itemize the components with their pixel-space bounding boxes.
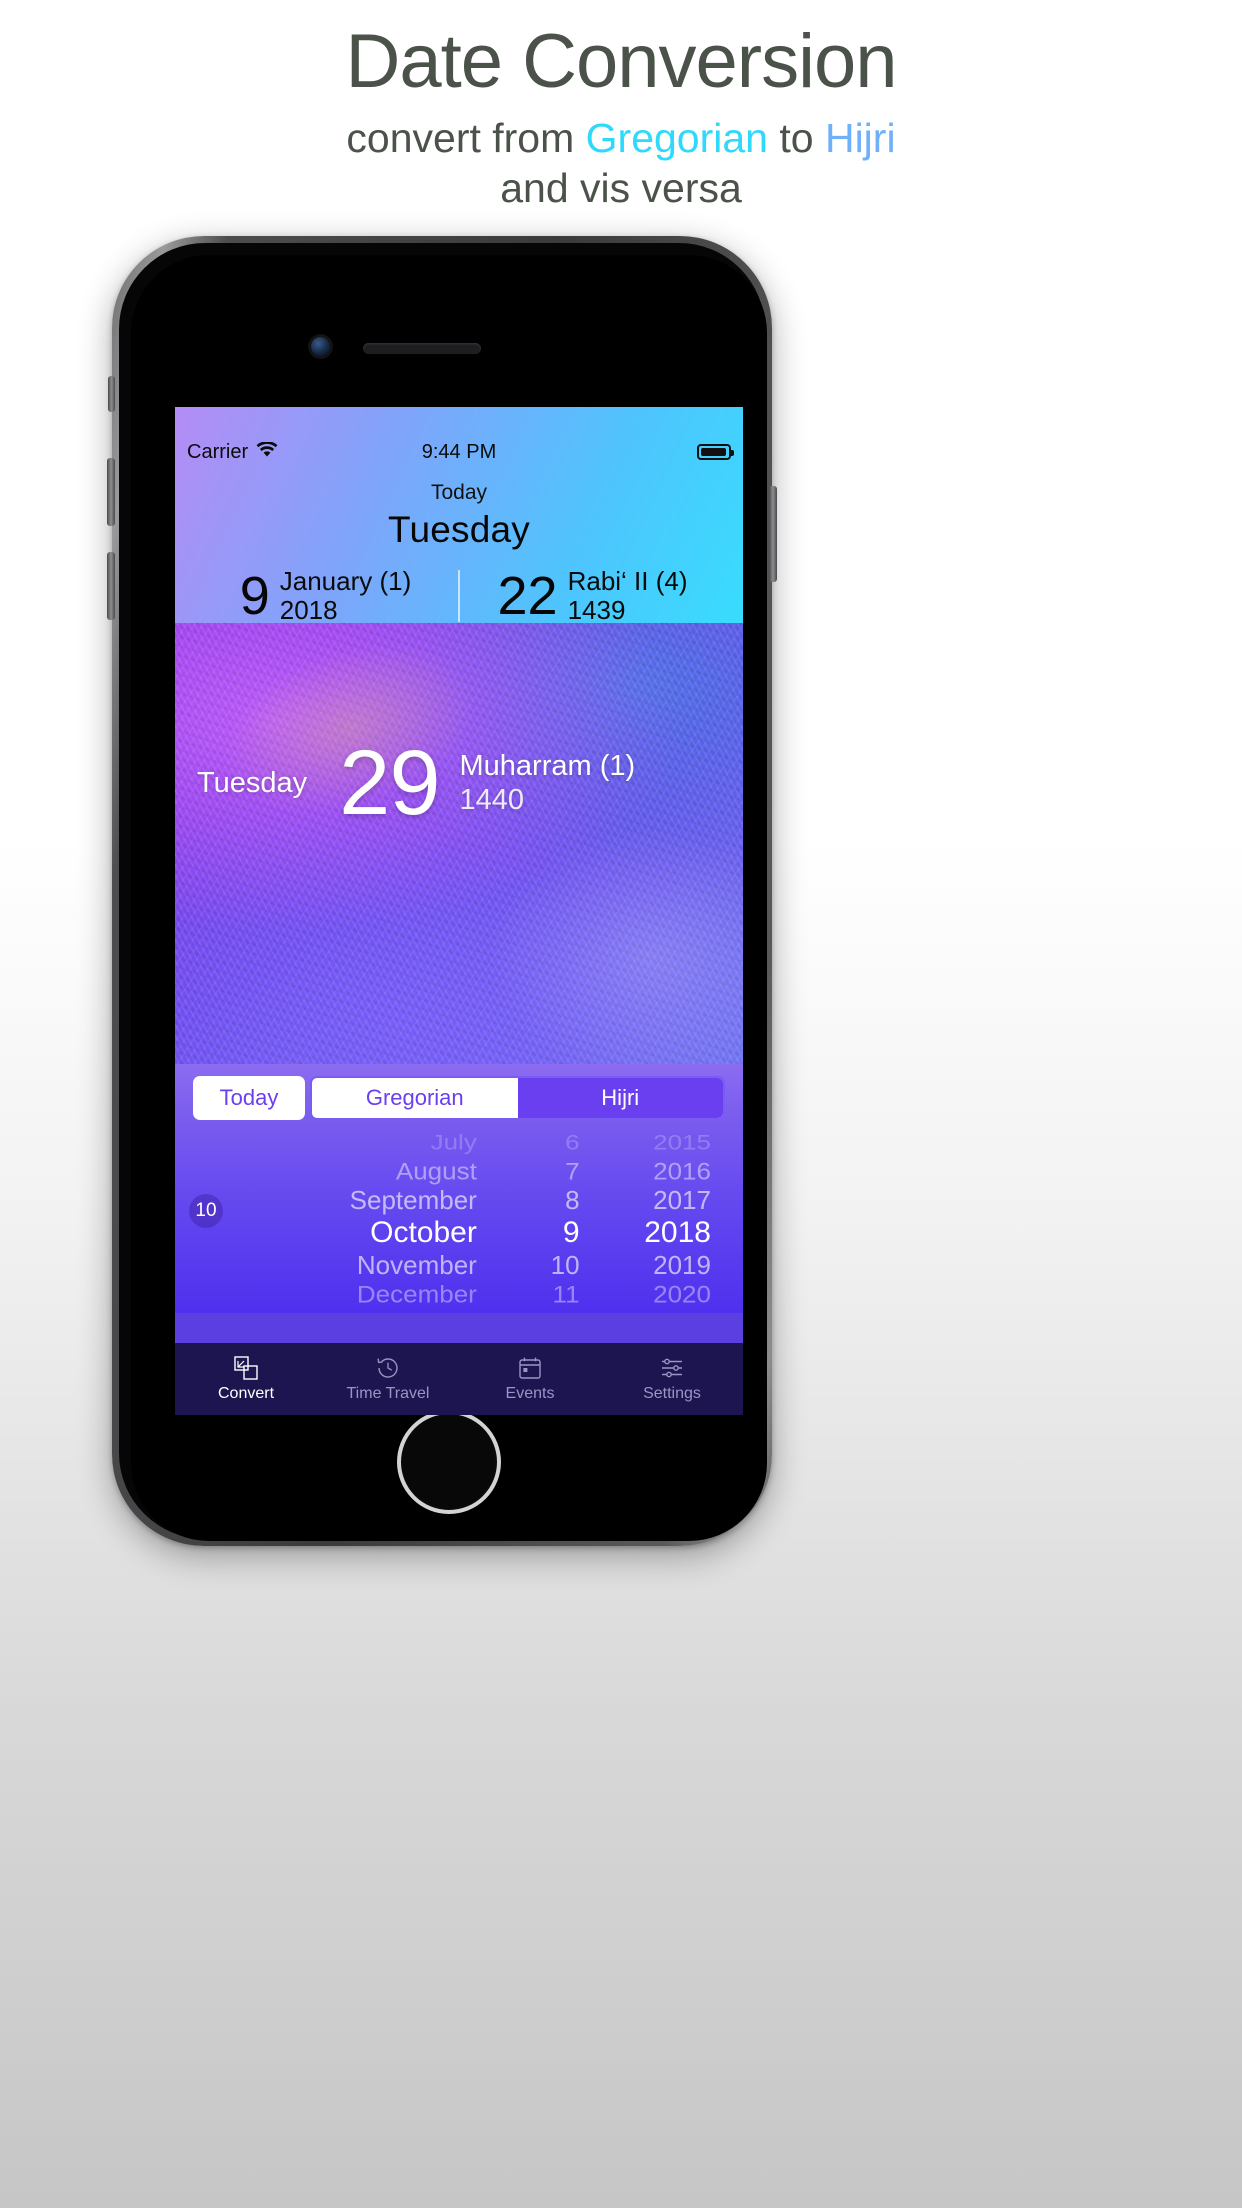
selected-date-hero: Tuesday 29 Muharram (1) 1440 <box>175 623 743 1064</box>
picker-day: 11 <box>552 1280 580 1308</box>
app-screen: Carrier 9:44 PM Today Tuesday 9 January … <box>175 407 743 1415</box>
volume-down-button[interactable] <box>107 552 115 620</box>
hero-year: 1440 <box>459 784 525 817</box>
picker-month: August <box>395 1157 477 1185</box>
tab-settings[interactable]: Settings <box>601 1343 743 1415</box>
tab-label: Events <box>505 1385 555 1402</box>
tab-label: Settings <box>643 1385 701 1402</box>
picker-day: 8 <box>565 1185 580 1215</box>
power-button[interactable] <box>769 486 777 582</box>
picker-year: 2017 <box>653 1185 711 1215</box>
hijri-day: 22 <box>497 566 558 627</box>
subtitle-text-1: convert from <box>346 115 586 162</box>
page-title: Date Conversion <box>345 19 897 104</box>
calendar-icon <box>517 1355 543 1381</box>
today-label: Today <box>430 481 488 504</box>
picker-year: 2020 <box>653 1280 711 1308</box>
clock-back-icon <box>375 1355 401 1381</box>
tab-convert[interactable]: Convert <box>175 1343 317 1415</box>
tab-label: Time Travel <box>346 1385 430 1402</box>
picker-day: 6 <box>565 1130 580 1155</box>
status-bar: Carrier 9:44 PM <box>175 437 743 467</box>
today-weekday: Tuesday <box>388 509 530 550</box>
battery-full-icon <box>697 444 734 460</box>
picker-row[interactable]: September 8 2017 <box>185 1186 733 1215</box>
picker-year: 2019 <box>653 1250 711 1280</box>
phone-face: Carrier 9:44 PM Today Tuesday 9 January … <box>131 255 767 1541</box>
picker-month: October <box>370 1216 477 1249</box>
calendar-mode-segmented-control: Today Gregorian Hijri <box>193 1076 725 1120</box>
subtitle-gregorian: Gregorian <box>585 115 768 162</box>
picker-year: 2016 <box>653 1157 711 1185</box>
tab-time-travel[interactable]: Time Travel <box>317 1343 459 1415</box>
status-time: 9:44 PM <box>421 440 497 463</box>
picker-day: 7 <box>565 1157 580 1185</box>
picker-month: November <box>356 1250 477 1280</box>
volume-up-button[interactable] <box>107 458 115 526</box>
gregorian-month: January (1) <box>279 566 412 596</box>
picker-row-selected[interactable]: October 9 2018 <box>185 1215 733 1251</box>
date-picker-area: Today Gregorian Hijri 10 July 6 2015 Aug… <box>175 1064 743 1313</box>
picker-row[interactable]: August 7 2016 <box>185 1158 733 1185</box>
page-subtitle: convert from Gregorian to Hijri and vis … <box>0 113 1242 213</box>
hero-date: Tuesday 29 Muharram (1) 1440 <box>175 732 743 834</box>
today-hijri-date[interactable]: 22 Rabi‘ II (4) 1439 <box>460 566 725 627</box>
hero-month: Muharram (1) <box>459 750 636 783</box>
picker-year: 2015 <box>653 1130 711 1155</box>
promo-header: Date Conversion convert from Gregorian t… <box>0 18 1242 213</box>
home-button[interactable] <box>397 1410 501 1514</box>
gregorian-year: 2018 <box>279 595 338 626</box>
gregorian-day: 9 <box>239 566 270 627</box>
subtitle-line-2: and vis versa <box>500 165 742 212</box>
picker-month: July <box>430 1130 477 1155</box>
today-button[interactable]: Today <box>193 1076 305 1120</box>
earpiece-speaker <box>363 343 481 354</box>
tab-bar: Convert Time Travel Events Settings <box>175 1343 743 1415</box>
hero-weekday: Tuesday <box>197 766 308 799</box>
phone-mockup: Carrier 9:44 PM Today Tuesday 9 January … <box>107 236 777 1546</box>
subtitle-hijri: Hijri <box>824 115 896 162</box>
today-dates-row: 9 January (1) 2018 22 Rabi‘ II (4) 1439 <box>175 566 743 627</box>
hijri-year: 1439 <box>567 595 626 626</box>
picker-day: 9 <box>562 1216 580 1249</box>
front-camera-icon <box>311 337 330 356</box>
picker-row[interactable]: November 10 2019 <box>185 1251 733 1280</box>
picker-day: 10 <box>550 1250 580 1280</box>
phone-bezel: Carrier 9:44 PM Today Tuesday 9 January … <box>119 243 767 1541</box>
picker-row[interactable]: July 6 2015 <box>185 1131 733 1154</box>
segment-gregorian[interactable]: Gregorian <box>312 1078 518 1118</box>
hero-day: 29 <box>339 732 440 834</box>
picker-month: September <box>349 1185 477 1215</box>
date-picker-wheel[interactable]: 10 July 6 2015 August 7 2016 September 8… <box>175 1128 743 1310</box>
tab-label: Convert <box>217 1385 275 1402</box>
hero-light-glow <box>487 825 743 1064</box>
subtitle-text-2: to <box>767 115 825 162</box>
picker-year: 2018 <box>644 1216 711 1249</box>
picker-month: December <box>356 1280 477 1308</box>
silent-switch[interactable] <box>108 376 115 412</box>
tab-events[interactable]: Events <box>459 1343 601 1415</box>
sliders-icon <box>659 1355 685 1381</box>
picker-row[interactable]: December 11 2020 <box>185 1281 733 1308</box>
today-gregorian-date[interactable]: 9 January (1) 2018 <box>193 566 458 627</box>
today-summary-panel: Carrier 9:44 PM Today Tuesday 9 January … <box>175 407 743 627</box>
hijri-month: Rabi‘ II (4) <box>567 566 688 596</box>
segment-hijri[interactable]: Hijri <box>517 1078 723 1118</box>
convert-icon <box>233 1355 259 1381</box>
